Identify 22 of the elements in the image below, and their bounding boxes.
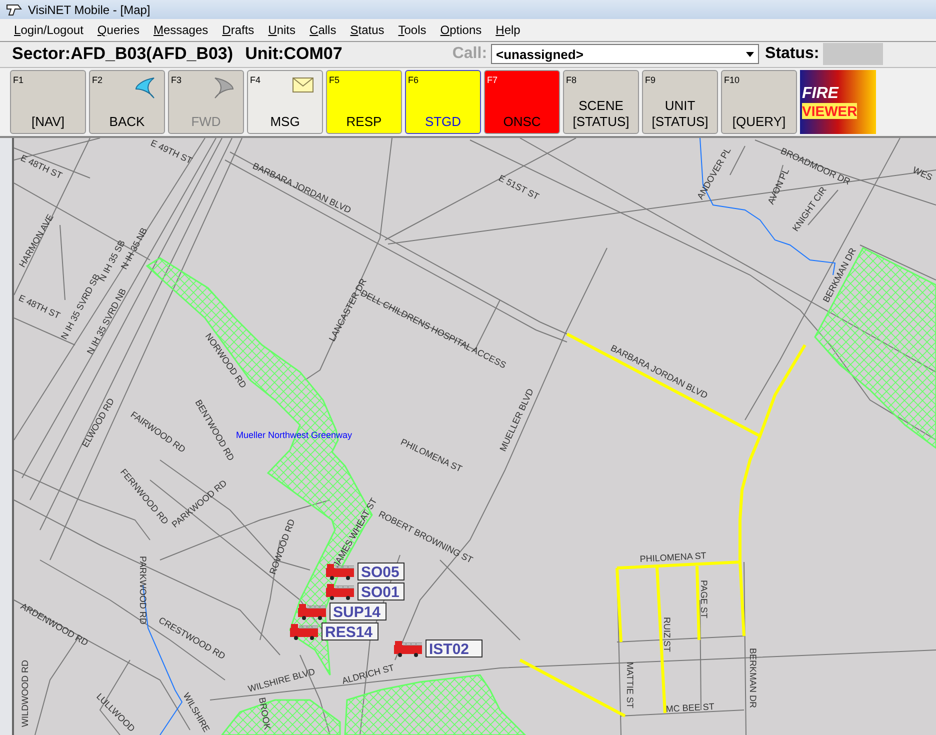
street-label: PARKWOOD RD — [138, 556, 148, 624]
street-label: BROOK — [257, 696, 273, 730]
unit-label: Unit:COM07 — [245, 44, 342, 64]
street-label: E 49TH ST — [149, 138, 194, 166]
street-label: WES — [911, 164, 934, 182]
logo-text: VIEWER — [802, 103, 858, 120]
street-label: RUIZ ST — [662, 617, 672, 652]
street-label: E 48TH ST — [19, 152, 64, 181]
street-label: MC BEE ST — [666, 701, 715, 714]
window-title: VisiNET Mobile - [Map] — [28, 2, 150, 17]
street-label: PAGE ST — [699, 580, 709, 618]
street-label: E 51ST ST — [497, 172, 541, 202]
street-label: BERKMAN DR — [748, 648, 758, 708]
street-label: MATTIE ST — [625, 662, 635, 708]
status-label: Status: — [765, 45, 820, 64]
park-name-label: Mueller Northwest Greenway — [236, 430, 352, 440]
street-label: PHILOMENA ST — [640, 550, 707, 564]
call-label: Call: — [452, 45, 488, 64]
sector-label: Sector:AFD_B03(AFD_B03) — [12, 44, 234, 64]
street-label: E 48TH ST — [17, 292, 62, 321]
street-label: WILDWOOD RD — [20, 660, 30, 727]
logo-text: FIRE — [802, 85, 840, 104]
